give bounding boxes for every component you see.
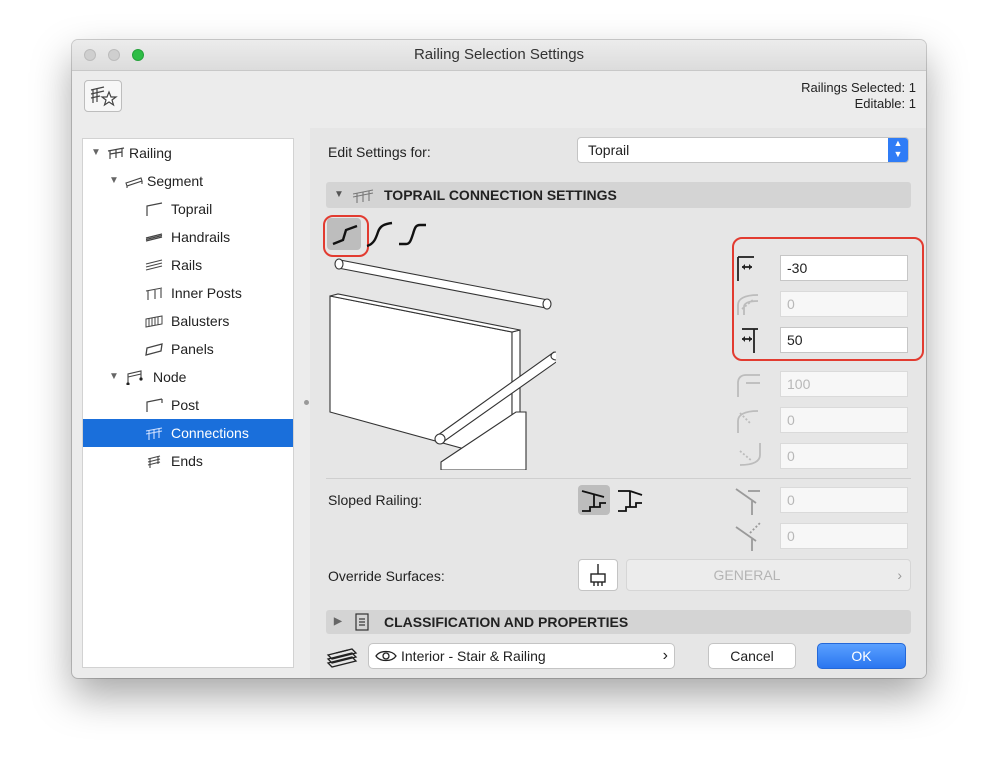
toprail-connection-section-header[interactable]: ▼ TOPRAIL CONNECTION SETTINGS bbox=[326, 182, 911, 208]
tree-item-label: Node bbox=[153, 369, 187, 385]
connections-icon bbox=[145, 427, 163, 440]
handrails-icon bbox=[145, 233, 163, 242]
eye-icon bbox=[375, 650, 397, 662]
tree-item-label: Balusters bbox=[171, 313, 230, 329]
inner-radius-icon bbox=[737, 410, 759, 433]
ends-icon bbox=[147, 455, 161, 468]
field-corner-radius[interactable]: 0 bbox=[780, 291, 908, 317]
segment-icon bbox=[125, 177, 143, 188]
paint-brush-icon bbox=[590, 564, 606, 586]
disclosure-triangle-icon[interactable]: ▼ bbox=[91, 139, 101, 167]
disclosure-triangle-icon[interactable]: ▼ bbox=[109, 167, 119, 195]
disclosure-triangle-icon[interactable]: ▼ bbox=[109, 363, 119, 391]
section-title: CLASSIFICATION AND PROPERTIES bbox=[384, 614, 629, 630]
sloped-vertical-icon bbox=[581, 490, 606, 512]
tree-item-segment[interactable]: ▼ Segment bbox=[83, 167, 293, 195]
sloped-railing-option-1-button[interactable] bbox=[578, 485, 610, 515]
title-bar: Railing Selection Settings bbox=[72, 40, 926, 71]
settings-tree: ▼ Railing ▼ Segment Toprail Handrails Ra… bbox=[82, 138, 294, 668]
field-extension-length[interactable]: 100 bbox=[780, 371, 908, 397]
override-surfaces-toggle[interactable] bbox=[578, 559, 618, 591]
bottom-offset-icon bbox=[742, 328, 758, 353]
tree-item-handrails[interactable]: Handrails bbox=[83, 223, 293, 251]
slope-top-offset-icon bbox=[735, 488, 760, 515]
collapse-triangle-icon: ▼ bbox=[334, 189, 344, 200]
railing-icon bbox=[107, 147, 125, 159]
section-title: TOPRAIL CONNECTION SETTINGS bbox=[384, 187, 617, 203]
tree-item-label: Post bbox=[171, 397, 200, 413]
tree-item-label: Segment bbox=[147, 173, 204, 189]
override-surfaces-label: Override Surfaces: bbox=[328, 568, 445, 584]
top-offset-icon bbox=[737, 256, 754, 281]
field-top-offset[interactable]: -30 bbox=[780, 255, 908, 281]
tree-item-node[interactable]: ▼ Node bbox=[83, 363, 293, 391]
tree-item-inner-posts[interactable]: Inner Posts bbox=[83, 279, 293, 307]
tree-item-balusters[interactable]: Balusters bbox=[83, 307, 293, 335]
layer-name: Interior - Stair & Railing bbox=[401, 648, 546, 664]
field-slope-top-offset[interactable]: 0 bbox=[780, 487, 908, 513]
selection-info: Railings Selected: 1 Editable: 1 bbox=[801, 80, 916, 112]
connection-type-s-curve-button[interactable] bbox=[396, 220, 428, 250]
tree-item-label: Handrails bbox=[171, 229, 231, 245]
extension-length-icon bbox=[737, 374, 760, 397]
select-stepper-icon: ▲ ▼ bbox=[888, 138, 908, 162]
tree-item-railing[interactable]: ▼ Railing bbox=[83, 139, 293, 167]
tree-item-label: Connections bbox=[171, 425, 249, 441]
tree-item-label: Railing bbox=[129, 145, 172, 161]
chevron-right-icon: › bbox=[662, 647, 668, 664]
tree-item-panels[interactable]: Panels bbox=[83, 335, 293, 363]
panels-icon bbox=[145, 343, 163, 356]
field-bottom-offset[interactable]: 50 bbox=[780, 327, 908, 353]
expand-triangle-icon: ▶ bbox=[334, 616, 342, 627]
connection-preview-image bbox=[329, 258, 556, 470]
cancel-button[interactable]: Cancel bbox=[708, 643, 796, 669]
highlight-box bbox=[323, 215, 369, 257]
tree-item-ends[interactable]: Ends bbox=[83, 447, 293, 475]
document-icon bbox=[355, 613, 369, 631]
sloped-railing-label: Sloped Railing: bbox=[328, 492, 423, 508]
edit-settings-select[interactable]: Toprail ▲ ▼ bbox=[577, 137, 909, 163]
dialog-window: Railing Selection Settings Railings Sele… bbox=[72, 40, 926, 678]
splitter-handle-icon bbox=[304, 400, 309, 405]
editable-count: Editable: 1 bbox=[854, 96, 916, 111]
surface-selector-value: GENERAL bbox=[713, 567, 781, 583]
favorites-button[interactable] bbox=[84, 80, 122, 112]
tree-item-label: Panels bbox=[171, 341, 214, 357]
tree-item-label: Toprail bbox=[171, 201, 213, 217]
post-icon bbox=[146, 398, 163, 412]
field-outer-radius[interactable]: 0 bbox=[780, 443, 908, 469]
layer-selector[interactable]: Interior - Stair & Railing › bbox=[368, 643, 675, 669]
toprail-icon bbox=[146, 202, 163, 216]
chevron-right-icon: › bbox=[897, 567, 902, 583]
tree-item-post[interactable]: Post bbox=[83, 391, 293, 419]
tree-item-label: Ends bbox=[171, 453, 203, 469]
section-divider bbox=[326, 478, 911, 479]
balusters-icon bbox=[145, 315, 163, 328]
tree-item-connections[interactable]: Connections bbox=[83, 419, 293, 447]
node-icon bbox=[126, 370, 143, 385]
tree-item-rails[interactable]: Rails bbox=[83, 251, 293, 279]
surface-selector[interactable]: GENERAL › bbox=[626, 559, 911, 591]
outer-radius-icon bbox=[739, 443, 761, 466]
slope-radius-icon bbox=[735, 522, 761, 551]
sloped-railing-option-2-button[interactable] bbox=[614, 485, 646, 515]
tree-item-label: Rails bbox=[171, 257, 203, 273]
field-slope-radius[interactable]: 0 bbox=[780, 523, 908, 549]
edit-settings-label: Edit Settings for: bbox=[328, 144, 431, 160]
tree-item-toprail[interactable]: Toprail bbox=[83, 195, 293, 223]
tree-item-label: Inner Posts bbox=[171, 285, 242, 301]
inner-posts-icon bbox=[145, 287, 163, 300]
layer-icon bbox=[326, 648, 358, 668]
rails-icon bbox=[145, 259, 163, 271]
edit-settings-value: Toprail bbox=[588, 142, 630, 158]
connection-type-curved-button[interactable] bbox=[364, 220, 396, 250]
favorites-star-icon bbox=[90, 86, 118, 107]
corner-radius-icon bbox=[737, 294, 759, 315]
ok-button[interactable]: OK bbox=[817, 643, 906, 669]
window-title: Railing Selection Settings bbox=[413, 46, 585, 63]
railings-selected-count: Railings Selected: 1 bbox=[801, 80, 916, 95]
classification-section-header[interactable]: ▶ CLASSIFICATION AND PROPERTIES bbox=[326, 610, 911, 634]
connections-section-icon bbox=[352, 189, 374, 203]
field-inner-radius[interactable]: 0 bbox=[780, 407, 908, 433]
